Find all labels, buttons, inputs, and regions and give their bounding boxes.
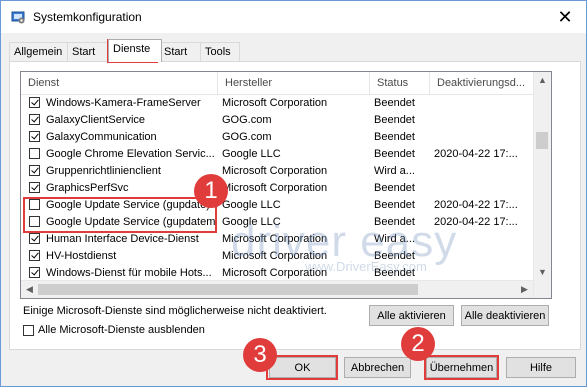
- service-status: Beendet: [374, 182, 415, 194]
- service-name: HV-Hostdienst: [46, 250, 117, 262]
- services-list[interactable]: Dienst Hersteller Status Deaktivierungsd…: [20, 71, 552, 299]
- horizontal-scroll-thumb[interactable]: [38, 284, 418, 295]
- service-manufacturer: Microsoft Corporation: [222, 182, 328, 194]
- column-deaktivierungsdatum[interactable]: Deaktivierungsd...: [430, 72, 534, 94]
- service-status: Beendet: [374, 216, 415, 228]
- service-manufacturer: GOG.com: [222, 114, 272, 126]
- service-disabled-date: [434, 95, 532, 112]
- table-row[interactable]: Gruppenrichtlinienclient Microsoft Corpor…: [21, 163, 533, 180]
- help-button[interactable]: Hilfe: [506, 357, 576, 378]
- service-name: GalaxyClientService: [46, 114, 146, 126]
- disable-all-button[interactable]: Alle deaktivieren: [461, 305, 549, 326]
- service-checkbox[interactable]: [29, 148, 40, 159]
- service-name: Gruppenrichtlinienclient: [46, 165, 161, 177]
- step-2-badge: 2: [401, 327, 435, 361]
- apply-button[interactable]: Übernehmen: [426, 357, 497, 378]
- system-config-icon: [11, 11, 25, 24]
- service-checkbox[interactable]: [29, 233, 40, 244]
- system-config-window: Systemkonfiguration ✕ Allgemein Start Di…: [0, 0, 587, 387]
- table-row[interactable]: GraphicsPerfSvc Microsoft Corporation Been…: [21, 180, 533, 197]
- service-checkbox[interactable]: [29, 250, 40, 261]
- service-disabled-date: [434, 112, 532, 129]
- service-manufacturer: Microsoft Corporation: [222, 97, 328, 109]
- service-manufacturer: Google LLC: [222, 199, 281, 211]
- scroll-right-icon[interactable]: ▶: [516, 281, 533, 298]
- services-rows: Windows-Kamera-FrameServer Microsoft Corp…: [21, 95, 533, 298]
- tab-systemstart[interactable]: Start: [159, 42, 201, 61]
- service-disabled-date: 2020-04-22 17:...: [434, 148, 518, 160]
- scroll-left-icon[interactable]: ◀: [21, 281, 38, 298]
- service-disabled-date: [434, 163, 532, 180]
- tab-tools[interactable]: Tools: [200, 42, 240, 61]
- table-row[interactable]: GalaxyClientService GOG.com Beendet: [21, 112, 533, 129]
- column-dienst[interactable]: Dienst: [21, 72, 218, 94]
- service-manufacturer: Google LLC: [222, 148, 281, 160]
- horizontal-scrollbar[interactable]: ◀ ▶: [21, 280, 533, 298]
- service-name: Google Update Service (gupdate): [46, 199, 210, 211]
- window-title: Systemkonfiguration: [33, 10, 142, 24]
- scroll-up-icon[interactable]: ▲: [534, 72, 551, 89]
- service-disabled-date: [434, 248, 532, 265]
- tab-allgemein[interactable]: Allgemein: [9, 42, 68, 61]
- table-row[interactable]: Windows-Kamera-FrameServer Microsoft Corp…: [21, 95, 533, 112]
- service-name: Human Interface Device-Dienst: [46, 233, 199, 245]
- tab-start[interactable]: Start: [67, 42, 109, 61]
- service-name: GraphicsPerfSvc: [46, 182, 129, 194]
- service-checkbox[interactable]: [29, 182, 40, 193]
- service-disabled-date: [434, 180, 532, 197]
- scroll-down-icon[interactable]: ▼: [534, 264, 551, 281]
- table-row[interactable]: GalaxyCommunication GOG.com Beendet: [21, 129, 533, 146]
- vertical-scroll-thumb[interactable]: [536, 132, 548, 149]
- close-icon[interactable]: ✕: [554, 6, 576, 28]
- enable-all-button[interactable]: Alle aktivieren: [369, 305, 454, 326]
- cancel-button[interactable]: Abbrechen: [344, 357, 411, 378]
- ok-button[interactable]: OK: [269, 357, 336, 378]
- service-status: Wird a...: [374, 165, 415, 177]
- service-checkbox[interactable]: [29, 165, 40, 176]
- service-status: Beendet: [374, 97, 415, 109]
- scroll-corner: [534, 281, 551, 298]
- service-disabled-date: 2020-04-22 17:...: [434, 216, 518, 228]
- table-row[interactable]: HV-Hostdienst Microsoft Corporation Beende…: [21, 248, 533, 265]
- column-status[interactable]: Status: [370, 72, 430, 94]
- step-3-badge: 3: [243, 338, 277, 372]
- hide-ms-services-checkbox[interactable]: [23, 325, 34, 336]
- step-1-badge: 1: [194, 174, 228, 208]
- title-bar[interactable]: Systemkonfiguration ✕: [1, 1, 586, 33]
- vertical-scrollbar[interactable]: ▲ ▼: [533, 72, 551, 298]
- service-checkbox[interactable]: [29, 216, 40, 227]
- service-checkbox[interactable]: [29, 97, 40, 108]
- column-hersteller[interactable]: Hersteller: [218, 72, 370, 94]
- service-checkbox[interactable]: [29, 199, 40, 210]
- service-name: Windows-Kamera-FrameServer: [46, 97, 201, 109]
- service-name: Google Chrome Elevation Servic...: [46, 148, 215, 160]
- service-status: Beendet: [374, 148, 415, 160]
- table-row[interactable]: Google Chrome Elevation Servic... Google …: [21, 146, 533, 163]
- service-status: Beendet: [374, 199, 415, 211]
- service-name: GalaxyCommunication: [46, 131, 157, 143]
- hide-ms-services-label: Alle Microsoft-Dienste ausblenden: [38, 324, 205, 336]
- table-row[interactable]: Human Interface Device-Dienst Microsoft C…: [21, 231, 533, 248]
- service-disabled-date: 2020-04-22 17:...: [434, 199, 518, 211]
- service-manufacturer: GOG.com: [222, 131, 272, 143]
- list-header: Dienst Hersteller Status Deaktivierungsd…: [21, 72, 551, 95]
- tab-dienste[interactable]: Dienste: [108, 39, 162, 62]
- service-status: Beendet: [374, 114, 415, 126]
- service-status: Wird a...: [374, 233, 415, 245]
- service-checkbox[interactable]: [29, 131, 40, 142]
- service-status: Beendet: [374, 131, 415, 143]
- service-checkbox[interactable]: [29, 114, 40, 125]
- ms-services-note: Einige Microsoft-Dienste sind möglicherw…: [23, 305, 327, 317]
- service-checkbox[interactable]: [29, 267, 40, 278]
- service-manufacturer: Google LLC: [222, 216, 281, 228]
- service-manufacturer: Microsoft Corporation: [222, 165, 328, 177]
- service-name: Google Update Service (gupdatem): [46, 216, 216, 228]
- service-manufacturer: Microsoft Corporation: [222, 233, 328, 245]
- service-manufacturer: Microsoft Corporation: [222, 250, 328, 262]
- service-status: Beendet: [374, 250, 415, 262]
- service-disabled-date: [434, 129, 532, 146]
- table-row[interactable]: Google Update Service (gupdatem) Google L…: [21, 214, 533, 231]
- service-disabled-date: [434, 231, 532, 248]
- table-row[interactable]: Google Update Service (gupdate) Google LL…: [21, 197, 533, 214]
